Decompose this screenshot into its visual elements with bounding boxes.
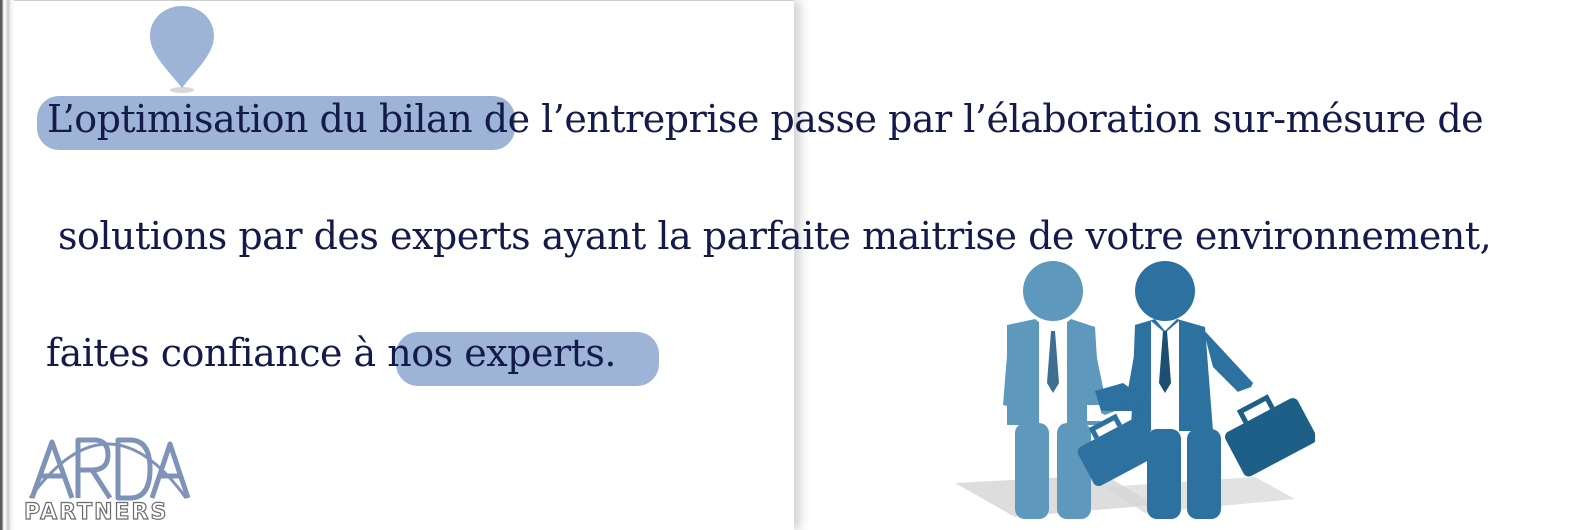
arda-monogram-icon	[28, 437, 191, 501]
businessmen-handshake-icon	[955, 261, 1315, 519]
body-line-2: solutions par des experts ayant la parfa…	[58, 214, 1492, 258]
map-pin-icon	[150, 6, 214, 93]
arda-partners-logo: PARTNERS	[22, 418, 194, 526]
slide-canvas: L’optimisation du bilan de l’entreprise …	[0, 0, 1590, 530]
logo-wordmark: PARTNERS	[23, 499, 169, 525]
top-divider	[14, 0, 794, 1]
body-line-3: faites confiance à nos experts.	[46, 331, 616, 375]
body-line-1: L’optimisation du bilan de l’entreprise …	[47, 97, 1484, 141]
left-border	[0, 0, 14, 530]
